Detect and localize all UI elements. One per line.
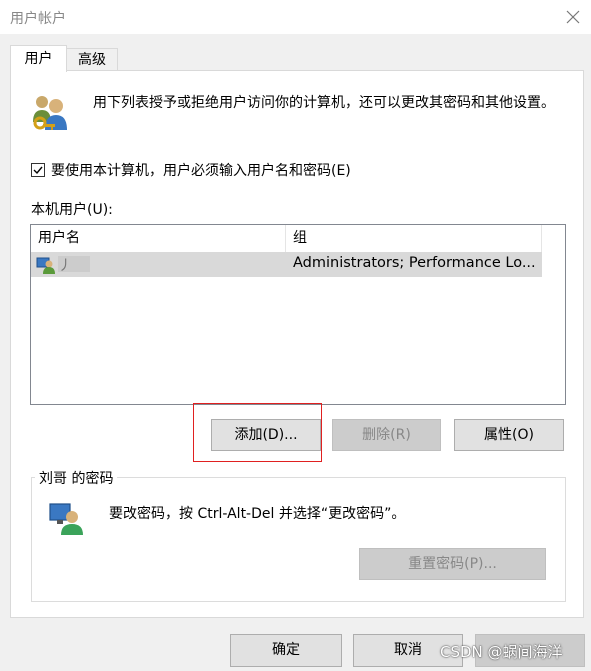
change-password-instructions: 要改密码，按 Ctrl-Alt-Del 并选择“更改密码”。 xyxy=(109,506,406,522)
user-monitor-icon xyxy=(48,500,84,536)
require-password-label[interactable]: 要使用本计算机，用户必须输入用户名和密码(E) xyxy=(51,160,351,180)
local-users-label: 本机用户(U): xyxy=(31,202,113,218)
tab-advanced[interactable]: 高级 xyxy=(66,48,118,71)
reset-password-button[interactable]: 重置密码(P)... xyxy=(359,548,546,580)
checkmark-icon xyxy=(33,166,43,175)
remove-user-button[interactable]: 删除(R) xyxy=(332,419,441,451)
properties-button[interactable]: 属性(O) xyxy=(454,419,564,451)
users-key-icon xyxy=(30,92,72,134)
watermark: CSDN @蜗间海洋 xyxy=(440,643,563,661)
close-button[interactable] xyxy=(558,2,588,32)
user-icon xyxy=(36,255,56,275)
highlight-box xyxy=(193,403,322,462)
close-icon xyxy=(566,10,580,24)
window-title: 用户帐户 xyxy=(10,11,66,27)
row-username: 丿 xyxy=(58,258,72,274)
ok-button[interactable]: 确定 xyxy=(230,634,342,667)
password-group-box xyxy=(31,477,566,602)
column-header-username[interactable]: 用户名 xyxy=(31,225,286,252)
require-password-checkbox[interactable] xyxy=(31,163,45,177)
password-group-title: 刘哥 的密码 xyxy=(35,468,118,488)
row-group: Administrators; Performance Lo... xyxy=(293,255,536,271)
tab-users[interactable]: 用户 xyxy=(10,45,67,72)
column-header-group[interactable]: 组 xyxy=(286,225,542,252)
title-bar xyxy=(0,0,591,34)
intro-text: 用下列表授予或拒绝用户访问你的计算机，还可以更改其密码和其他设置。 xyxy=(93,95,555,111)
